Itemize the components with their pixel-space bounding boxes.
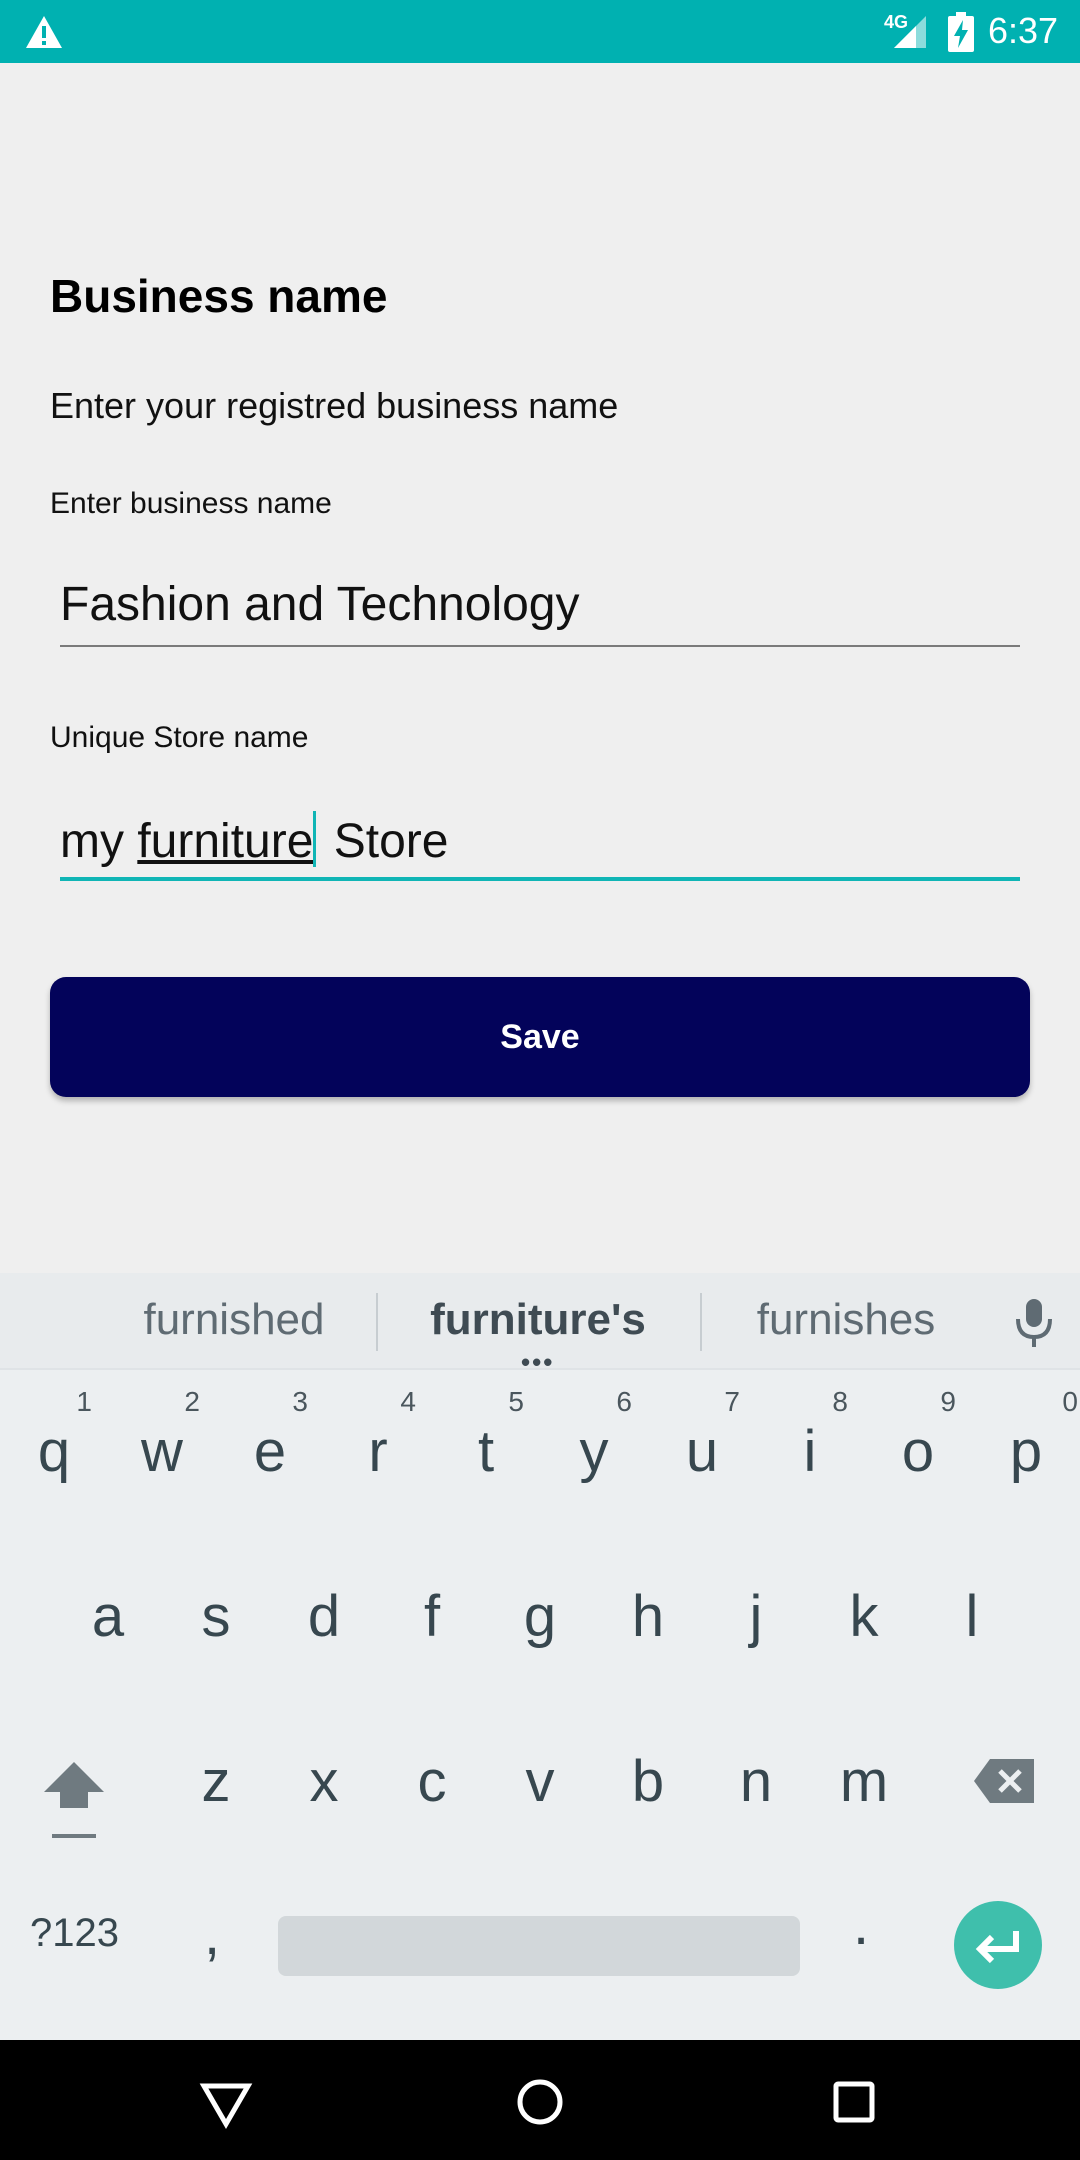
key-j[interactable]: j: [702, 1535, 810, 1685]
key-u[interactable]: u7: [648, 1370, 756, 1520]
symbols-key[interactable]: ?123: [30, 1911, 119, 1956]
suggestion-item-primary[interactable]: furniture's: [388, 1295, 688, 1345]
key-w[interactable]: w2: [108, 1370, 216, 1520]
key-e[interactable]: e3: [216, 1370, 324, 1520]
suggestion-item[interactable]: furnished: [84, 1295, 384, 1345]
key-i[interactable]: i8: [756, 1370, 864, 1520]
suggestion-divider: [376, 1293, 378, 1351]
key-h[interactable]: h: [594, 1535, 702, 1685]
key-s[interactable]: s: [162, 1535, 270, 1685]
business-name-value: Fashion and Technology: [60, 578, 580, 631]
microphone-icon[interactable]: [1010, 1297, 1058, 1349]
home-icon[interactable]: [512, 2074, 568, 2130]
key-n[interactable]: n: [702, 1700, 810, 1850]
backspace-icon[interactable]: [972, 1755, 1038, 1807]
key-a[interactable]: a: [54, 1535, 162, 1685]
status-bar: 4G 6:37: [0, 0, 1080, 63]
key-k[interactable]: k: [810, 1535, 918, 1685]
store-name-field[interactable]: my furniture Store: [60, 801, 1020, 881]
save-button[interactable]: Save: [50, 977, 1030, 1097]
key-y[interactable]: y6: [540, 1370, 648, 1520]
store-name-text-after: Store: [320, 815, 449, 868]
key-o[interactable]: o9: [864, 1370, 972, 1520]
key-x[interactable]: x: [270, 1700, 378, 1850]
more-suggestions-indicator[interactable]: •••: [521, 1349, 554, 1375]
page-subtitle: Enter your registred business name: [50, 385, 619, 426]
battery-charging-icon: [948, 12, 974, 52]
key-c[interactable]: c: [378, 1700, 486, 1850]
navigation-bar: [0, 2040, 1080, 2160]
space-bar[interactable]: [278, 1916, 800, 1976]
key-v[interactable]: v: [486, 1700, 594, 1850]
recent-apps-icon[interactable]: [826, 2074, 882, 2130]
comma-key[interactable]: ,: [204, 1901, 220, 1968]
back-icon[interactable]: [198, 2074, 254, 2130]
suggestion-item[interactable]: furnishes: [696, 1295, 996, 1345]
store-name-text-before: my: [60, 815, 138, 868]
key-z[interactable]: z: [162, 1700, 270, 1850]
business-name-label: Enter business name: [50, 487, 332, 520]
text-cursor: [313, 811, 317, 867]
period-key[interactable]: .: [853, 1891, 869, 1958]
warning-icon: [26, 16, 62, 48]
form-screen: Business name Enter your registred busin…: [0, 63, 1080, 1273]
shift-icon[interactable]: [38, 1756, 110, 1840]
store-name-composing-word: furniture: [137, 815, 314, 868]
store-name-label: Unique Store name: [50, 721, 309, 754]
key-m[interactable]: m: [810, 1700, 918, 1850]
key-r[interactable]: r4: [324, 1370, 432, 1520]
page-title: Business name: [50, 270, 388, 322]
key-f[interactable]: f: [378, 1535, 486, 1685]
key-t[interactable]: t5: [432, 1370, 540, 1520]
business-name-field[interactable]: Fashion and Technology: [60, 567, 1020, 647]
suggestion-strip: furnished furniture's ••• furnishes: [0, 1273, 1080, 1375]
signal-icon: [894, 16, 926, 48]
key-b[interactable]: b: [594, 1700, 702, 1850]
key-g[interactable]: g: [486, 1535, 594, 1685]
enter-icon: [975, 1931, 1019, 1964]
key-d[interactable]: d: [270, 1535, 378, 1685]
soft-keyboard: furnished furniture's ••• furnishes q1 w…: [0, 1273, 1080, 2040]
clock: 6:37: [988, 10, 1059, 51]
key-q[interactable]: q1: [0, 1370, 108, 1520]
key-p[interactable]: p0: [972, 1370, 1080, 1520]
enter-key[interactable]: [954, 1901, 1042, 1989]
key-l[interactable]: l: [918, 1535, 1026, 1685]
